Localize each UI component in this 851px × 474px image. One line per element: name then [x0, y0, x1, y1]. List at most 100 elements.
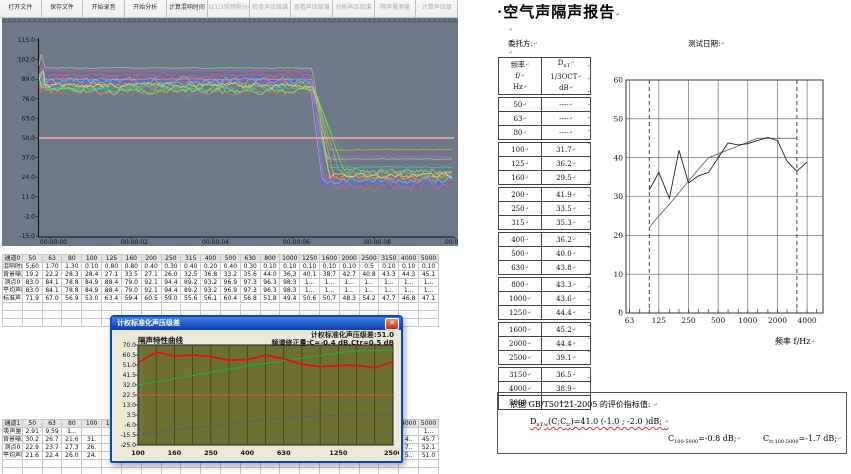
table-cell[interactable]: 97.3: [239, 278, 261, 287]
table-cell[interactable]: 24.: [81, 451, 103, 460]
table-cell[interactable]: [2, 310, 23, 319]
table-cell[interactable]: 26.0: [160, 270, 182, 279]
table-cell[interactable]: [418, 302, 439, 311]
table-cell[interactable]: [398, 467, 420, 474]
table-cell[interactable]: 59.0: [160, 294, 182, 303]
table-cell[interactable]: [2, 467, 23, 474]
table-cell[interactable]: 1...: [378, 278, 400, 287]
table-cell[interactable]: 33.5: [120, 270, 142, 279]
table-cell[interactable]: 84.9: [81, 286, 103, 295]
table-cell[interactable]: 0.10: [418, 262, 439, 271]
table-cell[interactable]: [21, 467, 43, 474]
table-cell[interactable]: 46.8: [398, 294, 420, 303]
table-cell[interactable]: 36.3: [279, 270, 301, 279]
weighted-level-dialog[interactable]: 计权标准化声压级差 ✕ 70.0 60.5 51.0 41.5 32.0 22.5 13.0…: [110, 315, 403, 463]
table-cell[interactable]: 30.2: [21, 435, 43, 444]
close-icon[interactable]: ✕: [385, 318, 399, 330]
table-row[interactable]: 标准声..71.967.056.953.063.459.460.559.055.…: [2, 294, 439, 303]
table-row[interactable]: 平均声压83.084.178.884.988.479.092.194.489.2…: [2, 286, 439, 295]
table-cell[interactable]: 96.9: [219, 278, 241, 287]
table-cell[interactable]: [101, 302, 122, 311]
table-cell[interactable]: 55.6: [180, 294, 202, 303]
table-cell[interactable]: [41, 302, 63, 311]
table-cell[interactable]: [319, 302, 340, 311]
table-cell[interactable]: 1.30: [61, 262, 83, 271]
table-cell[interactable]: [2, 318, 23, 327]
table-cell[interactable]: 1...: [398, 286, 420, 295]
table-cell[interactable]: 1...: [418, 286, 439, 295]
table-cell[interactable]: 98.3: [279, 286, 301, 295]
table-cell[interactable]: 0.10: [338, 262, 360, 271]
table-cell[interactable]: [180, 302, 202, 311]
table-cell[interactable]: 0.80: [101, 262, 122, 271]
table-cell[interactable]: 36.8: [200, 270, 221, 279]
table-cell[interactable]: 93.2: [200, 278, 221, 287]
table-cell[interactable]: 1...: [398, 278, 420, 287]
toolbar-button[interactable]: 计算混响时间: [167, 0, 209, 17]
table-cell[interactable]: [160, 467, 182, 474]
empty-table-row[interactable]: [2, 302, 439, 311]
table-cell[interactable]: 26.: [81, 443, 103, 452]
table-cell[interactable]: 1...: [338, 286, 360, 295]
table-cell[interactable]: [140, 467, 162, 474]
table-cell[interactable]: [239, 467, 261, 474]
table-cell[interactable]: 0.30: [239, 262, 261, 271]
table-cell[interactable]: 44.3: [398, 270, 420, 279]
table-cell[interactable]: [418, 310, 439, 319]
table-cell[interactable]: 78.8: [61, 286, 83, 295]
table-cell[interactable]: 1...: [418, 278, 439, 287]
table-cell[interactable]: 60.4: [219, 294, 241, 303]
table-cell[interactable]: [239, 302, 261, 311]
table-cell[interactable]: 23.7: [41, 443, 63, 452]
table-cell[interactable]: [378, 302, 400, 311]
table-cell[interactable]: 53.0: [81, 294, 103, 303]
table-cell[interactable]: 1...: [358, 286, 380, 295]
table-cell[interactable]: [61, 310, 83, 319]
table-cell[interactable]: [338, 467, 360, 474]
table-cell[interactable]: 96.9: [219, 286, 241, 295]
table-cell[interactable]: 50.7: [319, 294, 340, 303]
table-cell[interactable]: [81, 318, 103, 327]
table-cell[interactable]: 71.9: [21, 294, 43, 303]
table-cell[interactable]: [378, 467, 400, 474]
table-cell[interactable]: 1...: [319, 278, 340, 287]
table-cell[interactable]: 27.3: [61, 443, 83, 452]
table-cell[interactable]: 83.0: [21, 286, 43, 295]
table-cell[interactable]: [101, 467, 122, 474]
table-cell[interactable]: 21.6: [21, 451, 43, 460]
table-cell[interactable]: 92.1: [140, 286, 162, 295]
table-cell[interactable]: 42.7: [338, 270, 360, 279]
table-cell[interactable]: [81, 459, 103, 468]
row-label-cell[interactable]: 标准声..: [2, 294, 23, 303]
table-cell[interactable]: [120, 467, 142, 474]
table-cell[interactable]: 50.6: [299, 294, 320, 303]
table-cell[interactable]: 60.5: [140, 294, 162, 303]
table-cell[interactable]: 27.1: [140, 270, 162, 279]
toolbar-button[interactable]: 开始分析: [125, 0, 167, 17]
table-cell[interactable]: [279, 467, 301, 474]
table-cell[interactable]: 45.1: [418, 270, 439, 279]
toolbar-button[interactable]: 保存文件: [42, 0, 84, 17]
table-cell[interactable]: [81, 467, 103, 474]
table-cell[interactable]: [61, 459, 83, 468]
row-label-cell[interactable]: 测点0: [2, 443, 23, 452]
table-cell[interactable]: [319, 467, 340, 474]
table-cell[interactable]: 56.1: [200, 294, 221, 303]
table-cell[interactable]: 9.59: [41, 427, 63, 436]
table-cell[interactable]: 26.7: [41, 435, 63, 444]
table-cell[interactable]: 56.8: [239, 294, 261, 303]
table-cell[interactable]: 26.0: [61, 451, 83, 460]
table-cell[interactable]: 96.3: [259, 278, 281, 287]
table-cell[interactable]: [21, 318, 43, 327]
table-cell[interactable]: 59.4: [120, 294, 142, 303]
table-cell[interactable]: 79.0: [120, 286, 142, 295]
table-cell[interactable]: 56.9: [61, 294, 83, 303]
table-cell[interactable]: [219, 467, 241, 474]
table-cell[interactable]: 38.7: [319, 270, 340, 279]
table-cell[interactable]: 5.60: [21, 262, 43, 271]
table-cell[interactable]: 0.10: [398, 262, 420, 271]
table-cell[interactable]: 0.10: [259, 262, 281, 271]
table-cell[interactable]: 40.8: [358, 270, 380, 279]
table-cell[interactable]: [41, 467, 63, 474]
table-cell[interactable]: 84.1: [41, 278, 63, 287]
